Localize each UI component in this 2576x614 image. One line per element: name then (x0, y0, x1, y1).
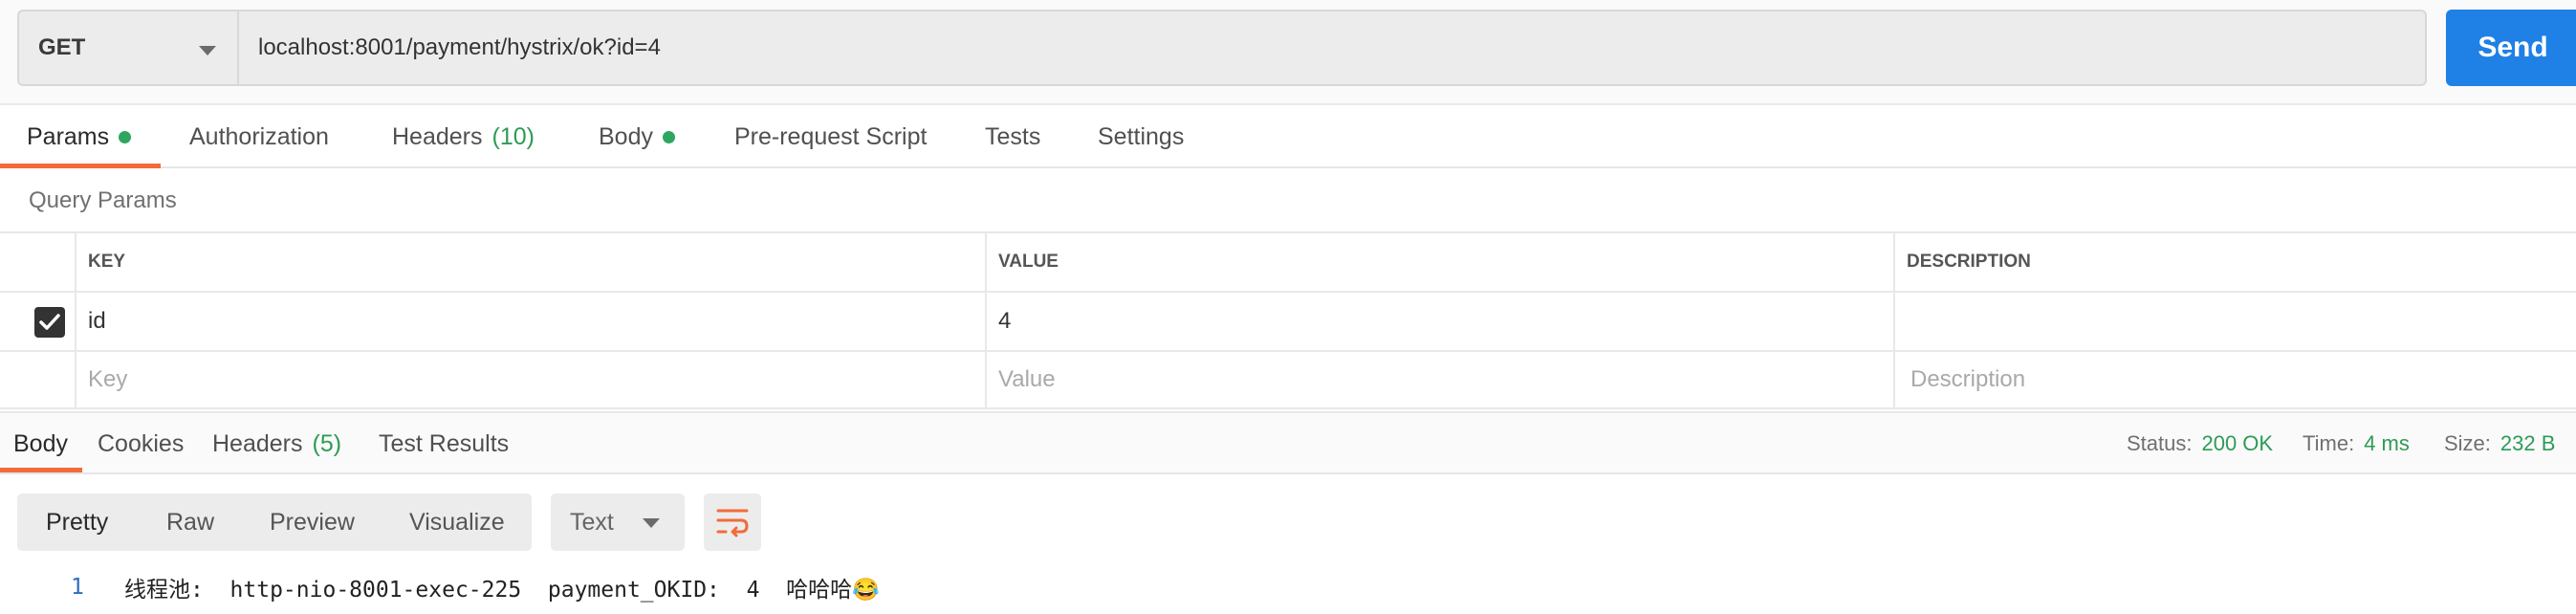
tab-params[interactable]: Params (27, 105, 132, 168)
status-readout: Status: 200 OK (2127, 413, 2273, 474)
param-value-cell[interactable]: 4 (985, 293, 1893, 350)
method-label: GET (38, 34, 86, 60)
request-tabs: Params Authorization Headers (10) Body P… (0, 105, 2576, 168)
view-preview-button[interactable]: Preview (270, 493, 355, 551)
send-button[interactable]: Send (2446, 10, 2576, 86)
param-description-cell[interactable] (1893, 293, 2576, 350)
response-tab-cookies[interactable]: Cookies (98, 413, 184, 474)
time-value[interactable]: 4 ms (2364, 431, 2410, 456)
tab-tests-label: Tests (985, 122, 1041, 150)
tab-params-label: Params (27, 122, 110, 150)
tab-prerequest-label: Pre-request Script (734, 122, 928, 150)
format-select[interactable]: Text (551, 493, 685, 551)
time-label: Time: (2303, 431, 2355, 455)
time-readout: Time: 4 ms (2303, 413, 2410, 474)
response-body-text[interactable]: 线程池: http-nio-8001-exec-225 payment_OKID… (124, 571, 880, 603)
tab-authorization-label: Authorization (189, 122, 329, 150)
format-select-label: Text (570, 508, 614, 536)
status-value[interactable]: 200 OK (2201, 431, 2273, 456)
response-headers-count: (5) (312, 429, 342, 457)
method-select[interactable]: GET (17, 10, 239, 86)
wrap-lines-icon (716, 509, 749, 537)
size-value[interactable]: 232 B (2500, 431, 2556, 456)
response-tab-cookies-label: Cookies (98, 429, 185, 457)
param-enabled-checkbox[interactable] (34, 307, 65, 338)
tab-authorization[interactable]: Authorization (189, 105, 329, 168)
tab-headers[interactable]: Headers (10) (392, 105, 535, 168)
query-params-title: Query Params (29, 187, 177, 213)
new-value-input[interactable]: Value (985, 352, 1893, 407)
line-number: 1 (71, 575, 84, 600)
new-param-row: Key Value Description (0, 350, 2576, 409)
url-input[interactable]: localhost:8001/payment/hystrix/ok?id=4 (239, 10, 2427, 86)
wrap-lines-button[interactable] (704, 493, 761, 551)
tab-body[interactable]: Body (599, 105, 675, 168)
view-pretty-button[interactable]: Pretty (46, 493, 108, 551)
body-active-dot-icon (662, 130, 675, 143)
view-visualize-button[interactable]: Visualize (409, 493, 505, 551)
tab-tests[interactable]: Tests (985, 105, 1040, 168)
response-tab-test-results-label: Test Results (379, 429, 510, 457)
tab-settings[interactable]: Settings (1098, 105, 1184, 168)
tab-headers-label: Headers (392, 122, 483, 150)
size-label: Size: (2444, 431, 2491, 455)
column-header-key: KEY (75, 233, 985, 291)
column-header-value: VALUE (985, 233, 1893, 291)
response-bar: Body Cookies Headers (5) Test Results St… (0, 411, 2576, 474)
tab-settings-label: Settings (1098, 122, 1185, 150)
table-row: id 4 (0, 291, 2576, 350)
view-raw-button[interactable]: Raw (166, 493, 214, 551)
size-readout: Size: 232 B (2444, 413, 2555, 474)
response-tab-body[interactable]: Body (13, 413, 68, 474)
response-tab-test-results[interactable]: Test Results (379, 413, 509, 474)
response-tab-headers-label: Headers (212, 429, 303, 457)
chevron-down-icon (643, 518, 660, 528)
response-active-tab-underline (0, 468, 82, 472)
column-header-description: DESCRIPTION (1893, 233, 2576, 291)
params-active-dot-icon (119, 130, 132, 143)
param-key-cell[interactable]: id (75, 293, 985, 350)
active-tab-underline (0, 164, 161, 168)
chevron-down-icon (199, 46, 216, 55)
request-bar: GET localhost:8001/payment/hystrix/ok?id… (0, 0, 2576, 105)
response-tab-body-label: Body (13, 429, 68, 457)
response-tab-headers[interactable]: Headers (5) (212, 413, 341, 474)
response-body-line: 1 线程池: http-nio-8001-exec-225 payment_OK… (0, 570, 2576, 604)
view-mode-group: Pretty Raw Preview Visualize (17, 493, 532, 551)
status-label: Status: (2127, 431, 2193, 455)
tab-body-label: Body (599, 122, 653, 150)
params-header-row: KEY VALUE DESCRIPTION (0, 231, 2576, 291)
tab-headers-count: (10) (491, 122, 535, 150)
new-key-input[interactable]: Key (75, 352, 985, 407)
tab-prerequest-script[interactable]: Pre-request Script (734, 105, 927, 168)
check-icon (39, 314, 60, 330)
new-description-input[interactable]: Description (1893, 352, 2576, 407)
